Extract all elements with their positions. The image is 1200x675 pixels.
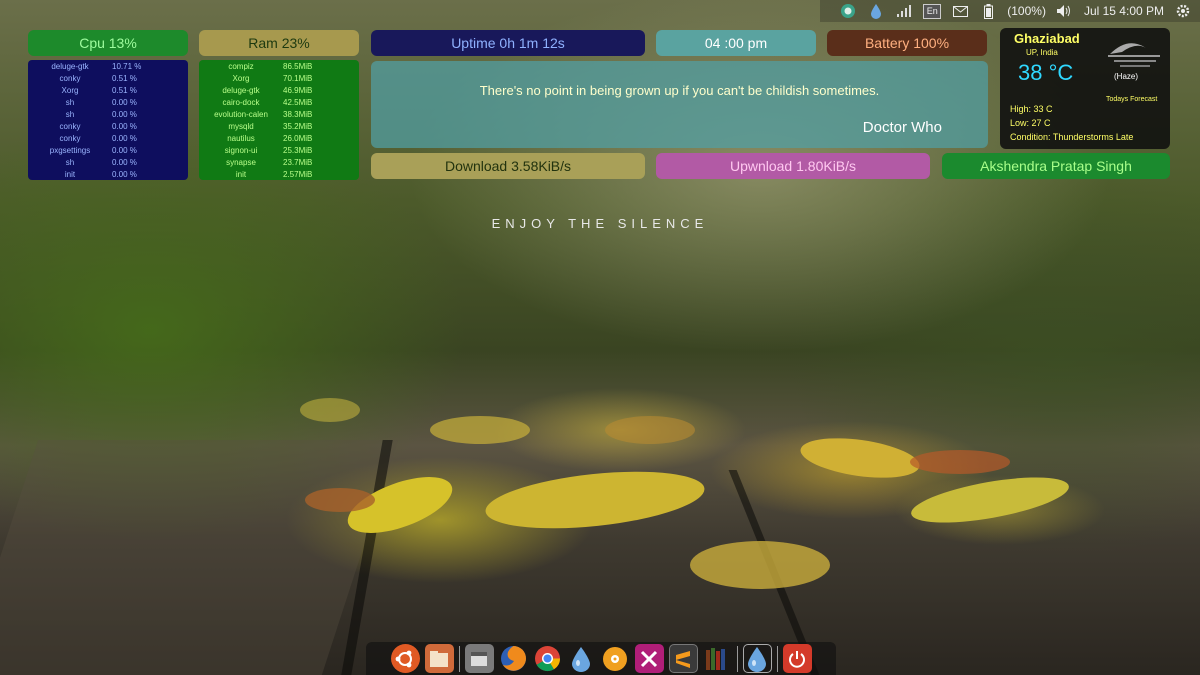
ram-process-list: compiz 86.5MiB Xorg 70.1MiB deluge-gtk 46.9…	[199, 60, 359, 180]
weather-forecast-label: Todays Forecast	[1106, 96, 1158, 103]
cpu-process-row: sh 0.00 %	[65, 110, 137, 119]
cpu-process-row: conky 0.00 %	[59, 122, 137, 131]
weather-region: UP, India	[1026, 48, 1058, 57]
dock-separator	[736, 645, 738, 672]
dock-separator	[776, 645, 778, 672]
weather-temperature: 38 °C	[1018, 60, 1074, 85]
ram-process-row: synapse 23.7MiB	[226, 158, 313, 167]
ram-process-row: deluge-gtk 46.9MiB	[222, 86, 313, 95]
ram-process-row: init 2.57MiB	[235, 170, 313, 179]
ram-process-row: evolution-calen 38.3MiB	[214, 110, 313, 119]
battery-icon[interactable]	[979, 2, 997, 20]
ram-process-row: nautilus 26.0MiB	[227, 134, 313, 143]
deluge-icon[interactable]	[567, 644, 596, 673]
firefox-icon[interactable]	[499, 644, 528, 673]
cpu-process-row: sh 0.00 %	[65, 158, 137, 167]
weather-city: Ghaziabad	[1014, 31, 1080, 46]
cpu-process-row: init 0.00 %	[64, 170, 137, 179]
top-panel: En (100%) Jul 15 4:00 PM	[820, 0, 1200, 22]
dock-separator	[458, 645, 460, 672]
cpu-process-row: conky 0.51 %	[59, 74, 137, 83]
uptime-display: Uptime 0h 1m 12s	[371, 30, 645, 56]
files-icon[interactable]	[424, 644, 454, 673]
ram-process-row: signon-ui 25.3MiB	[224, 146, 313, 155]
time-display: 04 :00 pm	[656, 30, 816, 56]
haze-weather-icon	[1108, 43, 1160, 67]
cpu-process-list: deluge-gtk 10.71 % conky 0.51 % Xorg 0.51 %…	[28, 60, 188, 180]
cpu-process-row: deluge-gtk 10.71 %	[51, 62, 142, 71]
settings-gear-icon[interactable]	[1174, 2, 1192, 20]
sublime-icon[interactable]	[668, 644, 698, 673]
user-name-display: Akshendra Pratap Singh	[942, 153, 1170, 179]
weather-condition-short: (Haze)	[1114, 72, 1139, 81]
weather-low: Low: 27 C	[1010, 118, 1051, 128]
quote-author: Doctor Who	[862, 119, 942, 136]
ram-process-row: mysqld 35.2MiB	[228, 122, 313, 131]
ram-process-row: cairo-dock 42.5MiB	[222, 98, 313, 107]
cd-icon[interactable]	[601, 644, 630, 673]
keyboard-layout-indicator[interactable]: En	[923, 3, 942, 19]
quote-panel: There's no point in being grown up if yo…	[371, 61, 988, 148]
battery-display: Battery 100%	[827, 30, 987, 56]
ram-usage-title: Ram 23%	[199, 30, 359, 56]
cpu-process-row: conky 0.00 %	[59, 134, 137, 143]
battery-percent[interactable]: (100%)	[1007, 4, 1046, 18]
power-icon[interactable]	[782, 644, 812, 673]
cpu-process-row: sh 0.00 %	[65, 98, 137, 107]
file-manager-icon[interactable]	[464, 644, 494, 673]
cairo-dock-tray-icon[interactable]	[839, 2, 857, 20]
network-signal-icon[interactable]	[895, 2, 913, 20]
wallpaper-text: ENJOY THE SILENCE	[491, 216, 709, 231]
mail-icon[interactable]	[951, 2, 969, 20]
deluge-active-icon[interactable]	[742, 644, 772, 673]
cpu-process-row: Xorg 0.51 %	[61, 86, 137, 95]
crossover-icon[interactable]	[634, 644, 664, 673]
upload-speed: Upwnload 1.80KiB/s	[656, 153, 930, 179]
clock[interactable]: Jul 15 4:00 PM	[1084, 4, 1164, 18]
deluge-tray-icon[interactable]	[867, 2, 885, 20]
dock	[366, 642, 836, 675]
volume-icon[interactable]	[1056, 2, 1074, 20]
ubuntu-icon[interactable]	[390, 644, 420, 673]
weather-condition: Condition: Thunderstorms Late	[1010, 132, 1134, 142]
chrome-icon[interactable]	[533, 644, 562, 673]
ram-process-row: Xorg 70.1MiB	[232, 74, 313, 83]
quote-text: There's no point in being grown up if yo…	[479, 83, 880, 98]
weather-widget: Ghaziabad UP, India 38 °C (Haze) Todays …	[1000, 28, 1170, 149]
ram-process-row: compiz 86.5MiB	[228, 62, 313, 71]
cpu-usage-title: Cpu 13%	[28, 30, 188, 56]
books-icon[interactable]	[703, 644, 732, 673]
weather-high: High: 33 C	[1010, 104, 1053, 114]
cpu-process-row: pxgsettings 0.00 %	[49, 146, 137, 155]
download-speed: Download 3.58KiB/s	[371, 153, 645, 179]
